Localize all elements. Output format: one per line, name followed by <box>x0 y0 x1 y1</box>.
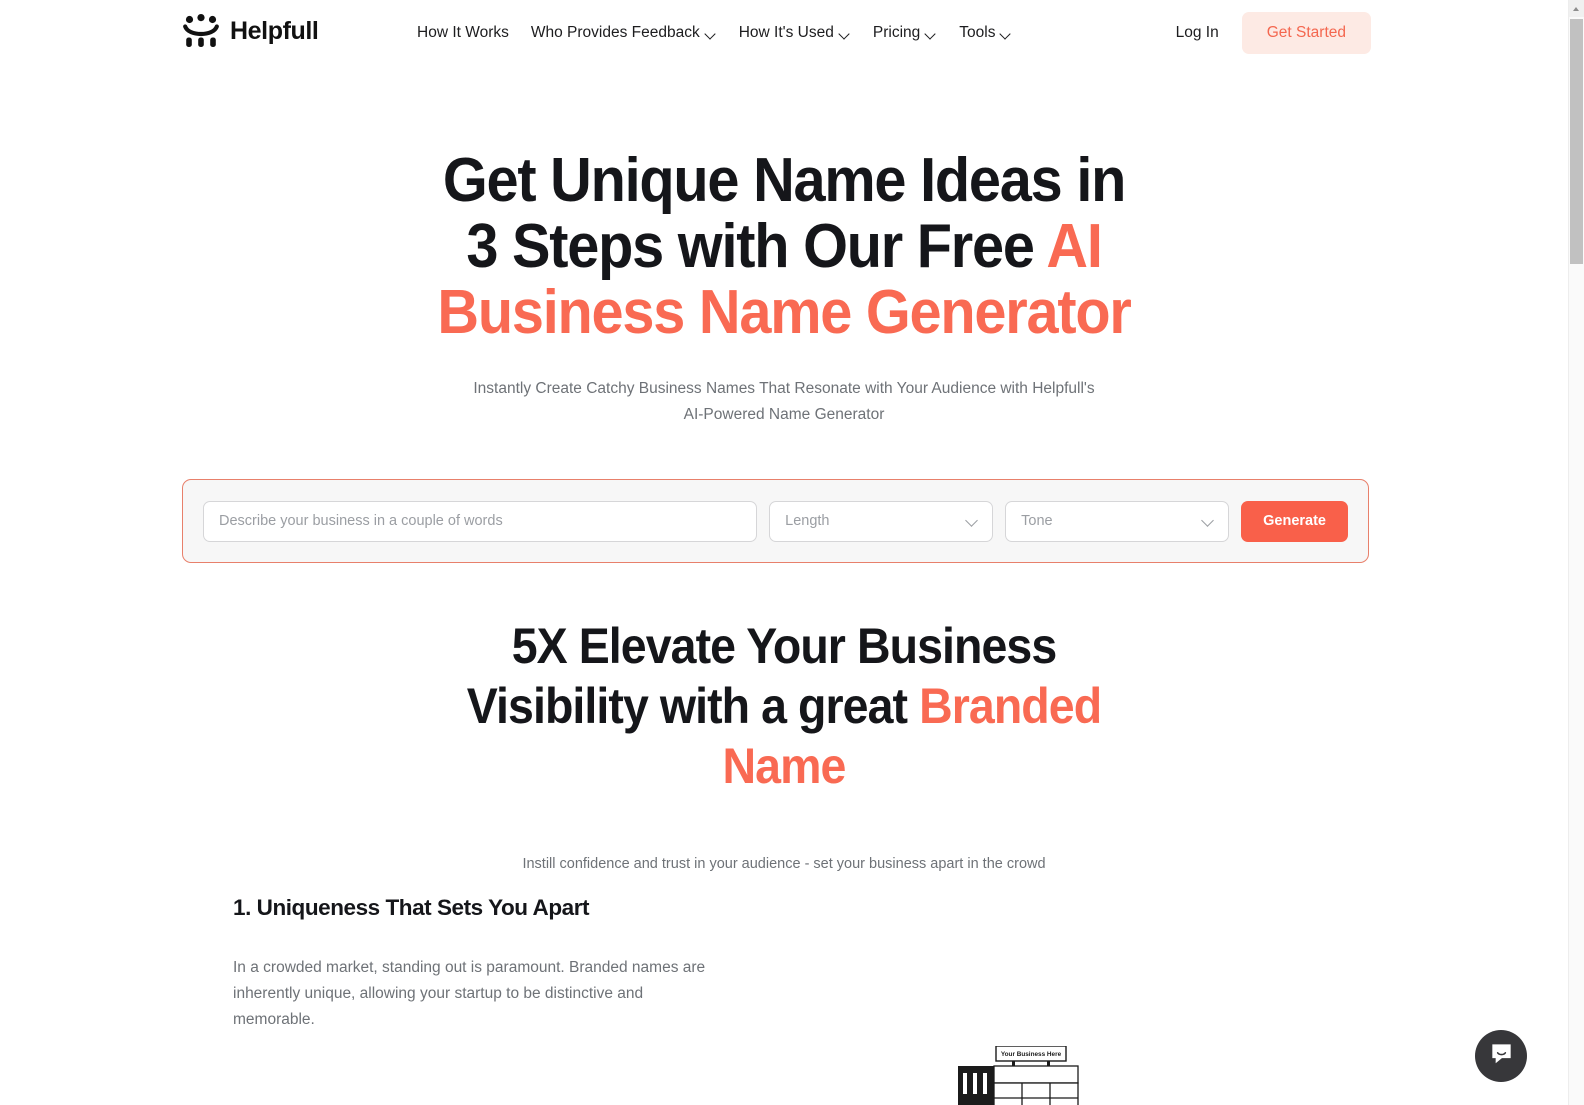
nav-item-how-it-works[interactable]: How It Works <box>417 0 520 65</box>
chevron-down-icon <box>1001 30 1012 37</box>
scroll-up-arrow-icon[interactable] <box>1569 0 1584 17</box>
nav-label: How It Works <box>417 24 509 41</box>
three-people-smile-icon <box>181 14 221 48</box>
feature-body: In a crowded market, standing out is par… <box>233 959 706 1028</box>
visibility-section: 5X Elevate Your Business Visibility with… <box>0 616 1568 876</box>
storefront-sign-text: Your Business Here <box>1001 1051 1062 1058</box>
chevron-down-icon <box>1201 513 1214 527</box>
chat-launcher-button[interactable] <box>1475 1030 1527 1082</box>
nav-label: Who Provides Feedback <box>530 24 700 41</box>
main-navigation: How It Works Who Provides Feedback How I… <box>417 0 1023 65</box>
tone-select-value: Tone <box>1021 513 1053 529</box>
get-started-button[interactable]: Get Started <box>1241 11 1371 54</box>
nav-item-how-its-used[interactable]: How It's Used <box>728 0 862 65</box>
storefront-illustration: Your Business Here <box>948 1045 1148 1105</box>
length-select-value: Length <box>785 513 830 529</box>
log-in-link[interactable]: Log In <box>1158 24 1237 42</box>
generate-button[interactable]: Generate <box>1241 500 1348 542</box>
section-heading: 5X Elevate Your Business Visibility with… <box>431 616 1138 796</box>
page-title: Get Unique Name Ideas in 3 Steps with Ou… <box>431 148 1138 346</box>
header-auth-actions: Log In Get Started <box>1158 0 1371 65</box>
chat-bubble-smile-icon <box>1489 1041 1514 1071</box>
chevron-down-icon <box>706 30 717 37</box>
hero-subtitle: Instantly Create Catchy Business Names T… <box>473 380 1095 423</box>
business-description-input[interactable] <box>203 500 758 542</box>
feature-block-uniqueness: 1. Uniqueness That Sets You Apart In a c… <box>233 893 733 1033</box>
tone-select[interactable]: Tone <box>1005 500 1230 542</box>
chevron-down-icon <box>926 30 937 37</box>
section-subtitle: Instill confidence and trust in your aud… <box>522 856 1046 872</box>
hero-title-plain: Get Unique Name Ideas in 3 Steps with Ou… <box>442 146 1127 281</box>
length-select[interactable]: Length <box>769 500 994 542</box>
page-scrollbar[interactable] <box>1568 0 1584 1105</box>
nav-label: How It's Used <box>738 24 834 41</box>
chevron-down-icon <box>840 30 851 37</box>
nav-item-tools[interactable]: Tools <box>948 0 1023 65</box>
brand-logo[interactable]: Helpfull <box>181 14 319 48</box>
nav-label: Pricing <box>872 24 921 41</box>
nav-item-who-provides-feedback[interactable]: Who Provides Feedback <box>520 0 728 65</box>
brand-name: Helpfull <box>230 16 319 45</box>
feature-title: 1. Uniqueness That Sets You Apart <box>233 895 590 920</box>
chevron-down-icon <box>965 513 978 527</box>
site-header: Helpfull How It Works Who Provides Feedb… <box>0 0 1568 65</box>
name-generator-form: Length Tone Generate <box>182 479 1369 563</box>
scrollbar-thumb[interactable] <box>1570 19 1583 264</box>
hero-section: Get Unique Name Ideas in 3 Steps with Ou… <box>0 148 1568 428</box>
nav-label: Tools <box>959 24 996 41</box>
page-viewport: Helpfull How It Works Who Provides Feedb… <box>0 0 1568 1105</box>
nav-item-pricing[interactable]: Pricing <box>862 0 948 65</box>
